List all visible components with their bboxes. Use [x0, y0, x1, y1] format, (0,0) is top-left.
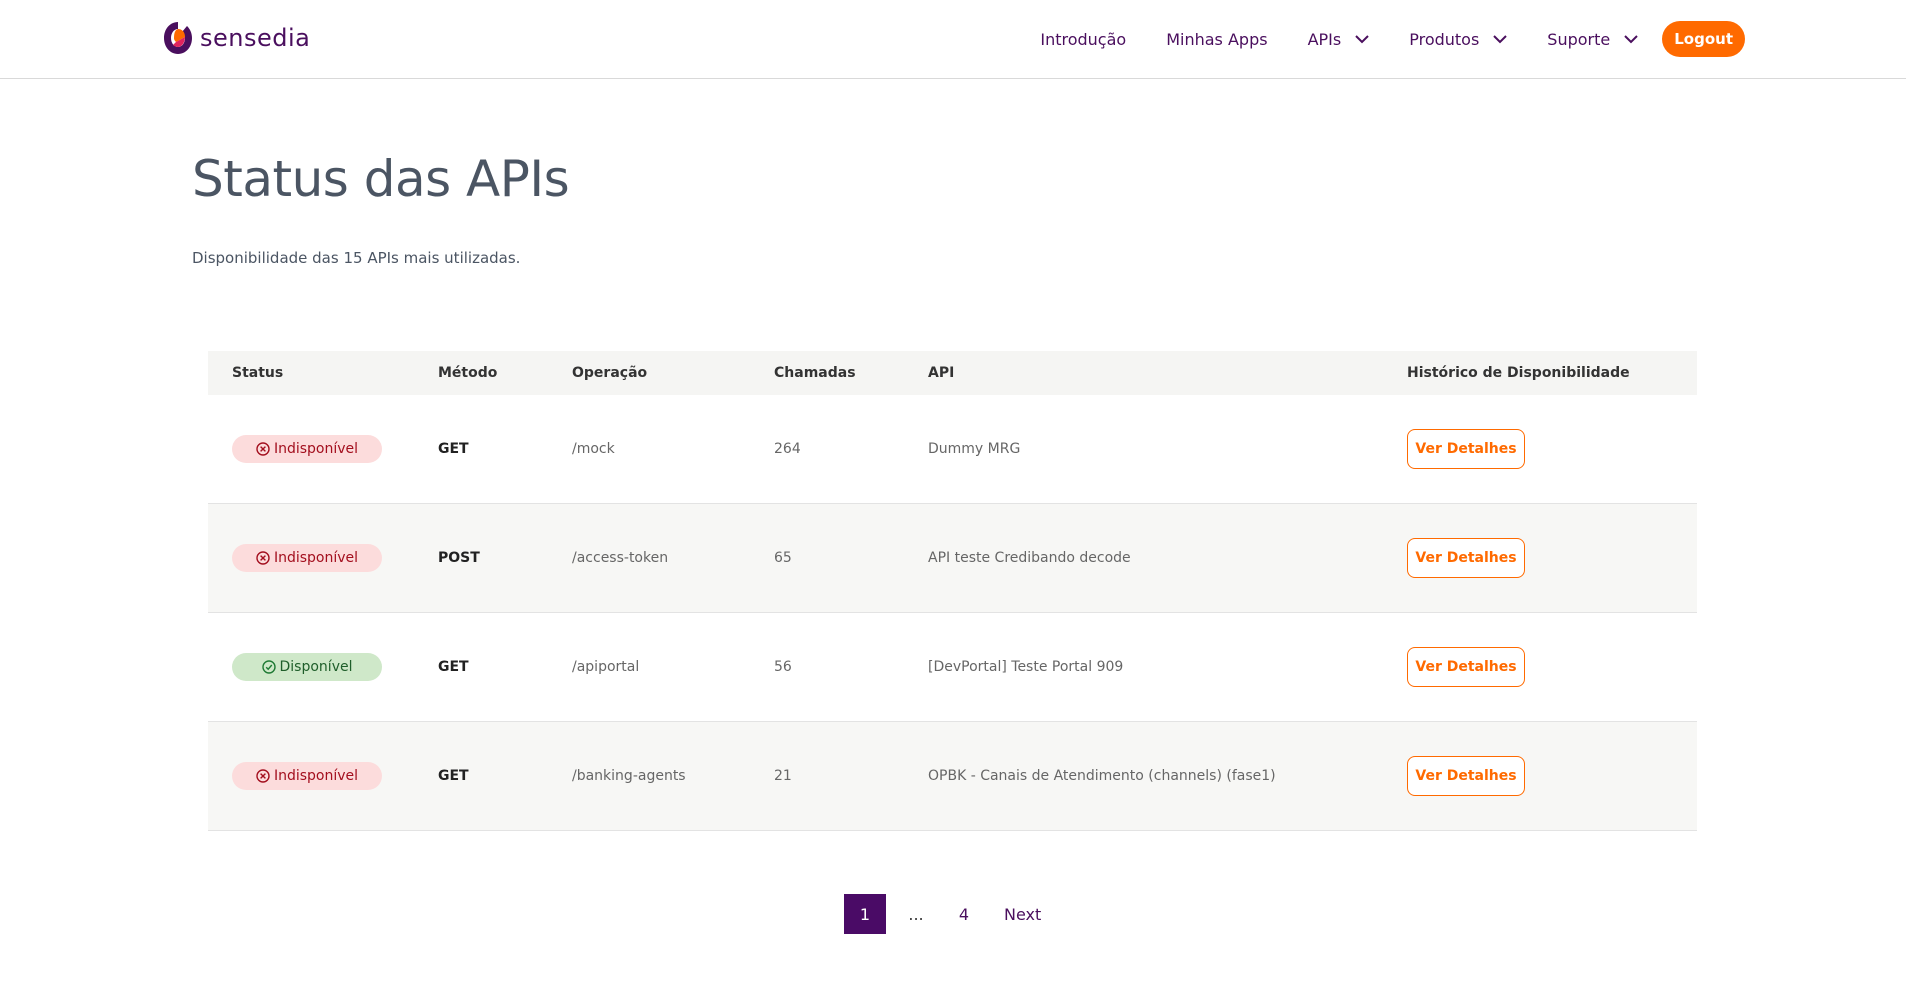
- main-nav: Introdução Minhas Apps APIs Produtos Sup…: [1040, 21, 1745, 57]
- header-status: Status: [232, 365, 284, 381]
- ver-detalhes-button[interactable]: Ver Detalhes: [1407, 538, 1525, 578]
- method-cell: GET: [438, 768, 469, 784]
- pagination: 1 ... 4 Next: [844, 894, 1047, 934]
- nav-item-label: Introdução: [1040, 29, 1127, 49]
- ver-detalhes-button[interactable]: Ver Detalhes: [1407, 647, 1525, 687]
- nav-item-introducao[interactable]: Introdução: [1040, 30, 1126, 49]
- operation-cell: /banking-agents: [572, 768, 686, 784]
- history-cell: Ver Detalhes: [1407, 647, 1697, 687]
- status-badge: Disponível: [232, 653, 382, 681]
- table-row: Indisponível GET /mock 264 Dummy MRG Ver…: [208, 395, 1697, 504]
- table-row: Indisponível POST /access-token 65 API t…: [208, 504, 1697, 613]
- calls-cell: 21: [774, 768, 792, 784]
- chevron-down-icon: [1355, 34, 1369, 44]
- x-circle-icon: [256, 769, 270, 783]
- method-cell: GET: [438, 659, 469, 675]
- calls-cell: 264: [774, 441, 801, 457]
- api-cell: OPBK - Canais de Atendimento (channels) …: [928, 768, 1276, 784]
- status-badge: Indisponível: [232, 544, 382, 572]
- page-title: Status das APIs: [192, 150, 570, 208]
- status-label: Indisponível: [273, 550, 359, 566]
- operation-cell: /apiportal: [572, 659, 640, 675]
- header-calls: Chamadas: [774, 365, 856, 381]
- x-circle-icon: [256, 551, 270, 565]
- status-cell: Indisponível: [208, 435, 438, 463]
- logout-button[interactable]: Logout: [1662, 21, 1745, 57]
- x-circle-icon: [256, 442, 270, 456]
- ver-detalhes-button[interactable]: Ver Detalhes: [1407, 756, 1525, 796]
- chevron-down-icon: [1624, 34, 1638, 44]
- calls-cell: 65: [774, 550, 792, 566]
- calls-cell: 56: [774, 659, 792, 675]
- nav-item-label: Suporte: [1547, 29, 1611, 49]
- history-cell: Ver Detalhes: [1407, 538, 1697, 578]
- api-status-table: Status Método Operação Chamadas API Hist…: [208, 351, 1697, 831]
- operation-cell: /mock: [572, 441, 615, 457]
- status-cell: Indisponível: [208, 544, 438, 572]
- header-history: Histórico de Disponibilidade: [1407, 365, 1630, 381]
- api-cell: API teste Credibando decode: [928, 550, 1131, 566]
- method-cell: POST: [438, 550, 480, 566]
- nav-item-apis[interactable]: APIs: [1308, 30, 1370, 49]
- header-operation: Operação: [572, 365, 648, 381]
- status-cell: Indisponível: [208, 762, 438, 790]
- logo-wordmark: sensedia: [200, 24, 311, 52]
- status-label: Disponível: [279, 659, 353, 675]
- chevron-down-icon: [1493, 34, 1508, 44]
- page-subtitle: Disponibilidade das 15 APIs mais utiliza…: [192, 249, 521, 267]
- nav-item-produtos[interactable]: Produtos: [1409, 29, 1508, 49]
- status-cell: Disponível: [208, 653, 438, 681]
- nav-item-label: APIs: [1307, 29, 1342, 49]
- pagination-ellipsis: ...: [908, 904, 924, 924]
- nav-item-suporte[interactable]: Suporte: [1547, 30, 1638, 49]
- header-api: API: [928, 365, 955, 381]
- next-page-button[interactable]: Next: [998, 894, 1047, 934]
- status-label: Indisponível: [273, 441, 359, 457]
- ver-detalhes-button[interactable]: Ver Detalhes: [1407, 429, 1525, 469]
- table-row: Disponível GET /apiportal 56 [DevPortal]…: [208, 613, 1697, 722]
- status-badge: Indisponível: [232, 762, 382, 790]
- api-cell: [DevPortal] Teste Portal 909: [928, 659, 1124, 675]
- status-label: Indisponível: [273, 768, 359, 784]
- header-method: Método: [438, 365, 498, 381]
- history-cell: Ver Detalhes: [1407, 429, 1697, 469]
- page-4-button[interactable]: 4: [944, 894, 984, 934]
- history-cell: Ver Detalhes: [1407, 756, 1697, 796]
- sensedia-logo[interactable]: sensedia: [162, 20, 310, 56]
- nav-item-minhas-apps[interactable]: Minhas Apps: [1166, 30, 1267, 49]
- operation-cell: /access-token: [572, 550, 669, 566]
- top-navbar: sensedia Introdução Minhas Apps APIs Pro…: [0, 0, 1906, 79]
- status-badge: Indisponível: [232, 435, 382, 463]
- api-cell: Dummy MRG: [928, 441, 1021, 457]
- page-1-button[interactable]: 1: [844, 894, 886, 934]
- nav-item-label: Produtos: [1409, 29, 1480, 49]
- nav-item-label: Minhas Apps: [1166, 29, 1268, 49]
- method-cell: GET: [438, 441, 469, 457]
- table-header: Status Método Operação Chamadas API Hist…: [208, 351, 1697, 395]
- table-row: Indisponível GET /banking-agents 21 OPBK…: [208, 722, 1697, 831]
- sensedia-logo-icon: [164, 22, 192, 54]
- check-circle-icon: [261, 660, 276, 674]
